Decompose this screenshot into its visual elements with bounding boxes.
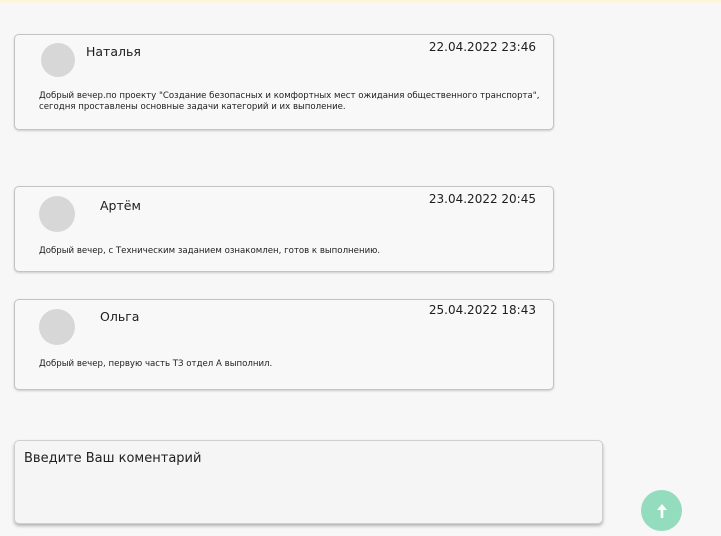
comment-date: 23.04.2022 20:45 bbox=[428, 192, 536, 206]
avatar[interactable] bbox=[41, 43, 75, 77]
comment-author: Артём bbox=[100, 198, 141, 213]
comment-text: Добрый вечер, с Техническим заданием озн… bbox=[39, 246, 381, 256]
comment-card: Наталья 22.04.2022 23:46 Добрый вечер.по… bbox=[14, 34, 554, 130]
comment-date: 22.04.2022 23:46 bbox=[428, 40, 536, 54]
comment-date: 25.04.2022 18:43 bbox=[428, 303, 536, 317]
send-comment-button[interactable] bbox=[641, 490, 682, 531]
comment-card: Артём 23.04.2022 20:45 Добрый вечер, с Т… bbox=[14, 186, 554, 272]
comment-author: Наталья bbox=[86, 44, 141, 59]
comment-input[interactable] bbox=[14, 440, 603, 524]
top-strip bbox=[0, 0, 721, 3]
avatar[interactable] bbox=[39, 309, 75, 345]
comment-author: Ольга bbox=[100, 309, 140, 324]
comment-text: Добрый вечер, первую часть ТЗ отдел А вы… bbox=[39, 359, 273, 369]
comment-card: Ольга 25.04.2022 18:43 Добрый вечер, пер… bbox=[14, 299, 554, 390]
arrow-up-icon bbox=[656, 503, 668, 519]
avatar[interactable] bbox=[39, 196, 75, 232]
comment-text: Добрый вечер.по проекту "Создание безопа… bbox=[39, 91, 540, 112]
